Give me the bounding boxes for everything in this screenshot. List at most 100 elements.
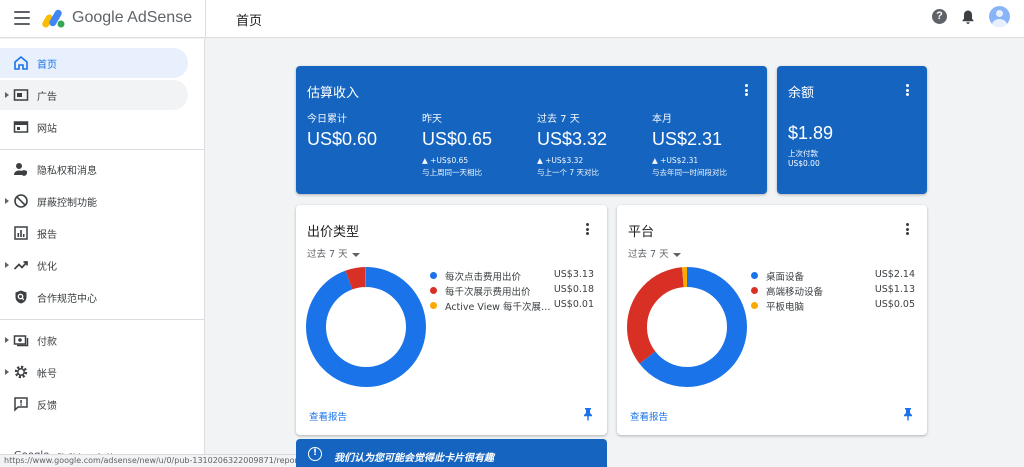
reports-icon xyxy=(14,226,28,240)
brand-google: Google xyxy=(72,9,124,26)
legend-name: 桌面设备 xyxy=(766,272,805,283)
expand-arrow-icon xyxy=(5,262,9,268)
banner-text: 我们认为您可能会觉得此卡片很有趣 xyxy=(334,453,494,464)
notifications-bell-icon[interactable] xyxy=(961,9,975,25)
sidebar-item-account[interactable]: 帐号 xyxy=(0,357,188,387)
sidebar-item-policy-center[interactable]: 合作规范中心 xyxy=(0,282,188,312)
sidebar-item-label: 合作规范中心 xyxy=(37,294,97,305)
view-report-link[interactable]: 查看报告 xyxy=(630,409,668,423)
sidebar-item-reports[interactable]: 报告 xyxy=(0,218,188,248)
last-payment: 上次付款 US$0.00 xyxy=(788,149,820,169)
hamburger-menu-icon[interactable] xyxy=(14,11,30,25)
sidebar-item-label: 付款 xyxy=(37,337,57,348)
sidebar-item-label: 报告 xyxy=(37,230,57,241)
view-report-link[interactable]: 查看报告 xyxy=(309,409,347,423)
more-options-icon[interactable] xyxy=(586,223,590,237)
period-dropdown[interactable]: 过去 7 天 xyxy=(307,246,360,260)
sidebar-item-label: 帐号 xyxy=(37,369,57,380)
stat-value: US$2.31 xyxy=(652,129,723,149)
pin-icon[interactable] xyxy=(903,407,913,421)
page-title: 首页 xyxy=(236,14,263,29)
sidebar-item-home[interactable]: 首页 xyxy=(0,48,188,78)
sidebar-item-sites[interactable]: 网站 xyxy=(0,112,188,142)
sidebar-item-privacy-messaging[interactable]: 隐私权和消息 xyxy=(0,154,188,184)
more-options-icon[interactable] xyxy=(906,84,910,98)
balance-value: $1.89 xyxy=(788,123,834,143)
more-options-icon[interactable] xyxy=(906,223,910,237)
stat-delta: ▲ +US$3.32 xyxy=(537,156,584,165)
sidebar-item-label: 网站 xyxy=(37,124,57,135)
card-title: 出价类型 xyxy=(307,225,360,240)
last-payment-value: US$0.00 xyxy=(788,159,820,168)
status-bar-url: https://www.google.com/adsense/new/u/0/p… xyxy=(0,454,320,467)
stat-label: 过去 7 天 xyxy=(537,114,580,125)
legend-name: 高端移动设备 xyxy=(766,287,824,298)
sidebar-item-feedback[interactable]: 反馈 xyxy=(0,389,188,419)
ads-icon xyxy=(13,89,29,101)
interesting-card-banner: ! 我们认为您可能会觉得此卡片很有趣 xyxy=(296,439,607,467)
sidebar-nav: 首页 广告 网站 隐私权和消息 屏蔽控制功能 报告 优化 合作规范中心 付款 帐… xyxy=(0,39,205,467)
expand-arrow-icon xyxy=(5,337,9,343)
legend-name: 平板电脑 xyxy=(766,302,805,313)
card-title: 余额 xyxy=(788,86,815,101)
platform-donut-chart xyxy=(627,267,747,387)
sidebar-item-optimization[interactable]: 优化 xyxy=(0,250,188,280)
sidebar-divider xyxy=(0,149,204,150)
dropdown-caret-icon xyxy=(672,252,681,257)
legend-dot xyxy=(751,272,758,279)
expand-arrow-icon xyxy=(5,369,9,375)
legend-row: 每千次展示费用出价 US$0.18 xyxy=(430,284,594,299)
legend-name: Active View 每千次展示... xyxy=(445,302,557,313)
legend-dot xyxy=(430,302,437,309)
platform-legend: 桌面设备 US$2.14 高端移动设备 US$1.13 平板电脑 US$0.05 xyxy=(751,269,915,314)
period-label: 过去 7 天 xyxy=(307,249,348,260)
expand-arrow-icon xyxy=(5,92,9,98)
donut-slice-0 xyxy=(306,267,426,387)
payments-icon xyxy=(13,335,29,347)
top-divider xyxy=(205,0,206,38)
adsense-logo-icon xyxy=(42,9,65,28)
legend-row: Active View 每千次展示... US$0.01 xyxy=(430,299,594,314)
stat-label: 昨天 xyxy=(422,114,442,125)
dropdown-caret-icon xyxy=(351,252,360,257)
trending-up-icon xyxy=(13,261,28,270)
sidebar-item-ads[interactable]: 广告 xyxy=(0,80,188,110)
stat-delta: ▲ +US$0.65 xyxy=(422,156,469,165)
stat-delta: ▲ +US$2.31 xyxy=(652,156,699,165)
sidebar-item-label: 屏蔽控制功能 xyxy=(37,198,97,209)
sidebar-item-label: 隐私权和消息 xyxy=(37,166,97,177)
help-icon[interactable]: ? xyxy=(932,9,947,24)
info-alert-icon: ! xyxy=(308,447,322,461)
sidebar-divider xyxy=(0,319,204,320)
legend-value: US$3.13 xyxy=(553,269,594,280)
gear-icon xyxy=(14,365,28,379)
period-dropdown[interactable]: 过去 7 天 xyxy=(628,246,681,260)
sidebar-item-payments[interactable]: 付款 xyxy=(0,325,188,355)
bid-type-legend: 每次点击费用出价 US$3.13 每千次展示费用出价 US$0.18 Activ… xyxy=(430,269,594,314)
balance-card: 余额 $1.89 上次付款 US$0.00 xyxy=(777,66,927,194)
policy-center-icon xyxy=(15,290,27,304)
period-label: 过去 7 天 xyxy=(628,249,669,260)
home-icon xyxy=(14,55,28,70)
legend-value: US$2.14 xyxy=(874,269,915,280)
stat-note: 与上周同一天相比 xyxy=(422,168,482,177)
pin-icon[interactable] xyxy=(583,407,593,421)
sidebar-item-label: 首页 xyxy=(37,60,57,71)
sidebar-item-blocking-controls[interactable]: 屏蔽控制功能 xyxy=(0,186,188,216)
brand-product: AdSense xyxy=(127,9,193,26)
stat-note: 与去年同一时间段对比 xyxy=(652,168,727,177)
legend-value: US$0.01 xyxy=(553,299,594,310)
last-payment-label: 上次付款 xyxy=(788,149,818,158)
legend-row: 桌面设备 US$2.14 xyxy=(751,269,915,284)
stat-value: US$0.60 xyxy=(307,129,378,149)
legend-value: US$1.13 xyxy=(874,284,915,295)
stat-label: 今日累计 xyxy=(307,114,347,125)
stat-yesterday: 昨天 US$0.65 ▲ +US$0.65 与上周同一天相比 xyxy=(422,110,492,178)
brand-name: Google AdSense xyxy=(72,9,192,27)
account-avatar[interactable] xyxy=(989,6,1010,27)
legend-value: US$0.18 xyxy=(553,284,594,295)
more-options-icon[interactable] xyxy=(745,84,749,98)
top-app-bar: Google AdSense 首页 ? xyxy=(0,0,1024,38)
estimated-earnings-card: 估算收入 今日累计 US$0.60 昨天 US$0.65 ▲ +US$0.65 … xyxy=(296,66,767,194)
card-title: 平台 xyxy=(628,225,655,240)
